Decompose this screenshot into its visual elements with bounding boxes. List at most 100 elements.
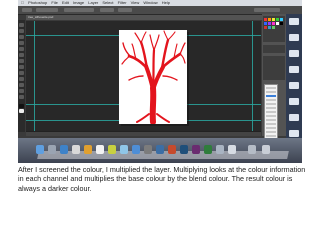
swatch[interactable]: [264, 18, 267, 21]
app-icon[interactable]: [228, 145, 236, 154]
swatch[interactable]: [264, 26, 267, 29]
marquee-tool-icon[interactable]: [19, 29, 24, 33]
gradient-tool-icon[interactable]: [19, 71, 24, 75]
status-bar: [26, 131, 261, 136]
safari-icon[interactable]: [60, 145, 68, 154]
menu-item-photoshop[interactable]: Photoshop: [28, 0, 47, 5]
swatch[interactable]: [276, 22, 279, 25]
document-workspace[interactable]: [26, 21, 261, 131]
menu-item-layer[interactable]: Layer: [88, 0, 98, 5]
canvas[interactable]: [119, 30, 187, 125]
background-color-swatch[interactable]: [19, 109, 24, 113]
dashboard-icon[interactable]: [48, 145, 56, 154]
menu-item-window[interactable]: Window: [143, 0, 157, 5]
layer-row[interactable]: [266, 115, 276, 117]
swatch[interactable]: [276, 18, 279, 21]
eyedropper-tool-icon[interactable]: [19, 53, 24, 57]
powerpoint-icon[interactable]: [168, 145, 176, 154]
desktop-file-icon[interactable]: [289, 82, 299, 89]
brush-tool-icon[interactable]: [19, 59, 24, 63]
document-tab[interactable]: tree_silhouette.psd: [26, 15, 264, 20]
slide-caption: After I screened the colour, I multiplie…: [18, 165, 306, 193]
option-button[interactable]: [100, 8, 114, 12]
trash-icon[interactable]: [262, 145, 270, 154]
app-store-icon[interactable]: [132, 145, 140, 154]
option-button[interactable]: [118, 8, 132, 12]
excel-icon[interactable]: [204, 145, 212, 154]
eraser-tool-icon[interactable]: [19, 65, 24, 69]
menu-item-select[interactable]: Select: [102, 0, 113, 5]
guide-line[interactable]: [252, 21, 253, 131]
swatch[interactable]: [264, 22, 267, 25]
layer-row[interactable]: [266, 127, 276, 129]
desktop-file-icon[interactable]: [289, 34, 299, 41]
options-bar: [18, 6, 302, 15]
menu-item-edit[interactable]: Edit: [62, 0, 69, 5]
pen-tool-icon[interactable]: [19, 83, 24, 87]
desktop-icons: [286, 14, 302, 149]
layer-row[interactable]: [266, 111, 276, 113]
layer-row[interactable]: [266, 99, 276, 101]
calendar-icon[interactable]: [96, 145, 104, 154]
swatch[interactable]: [272, 26, 275, 29]
desktop-file-icon[interactable]: [289, 130, 299, 137]
layer-row[interactable]: [266, 119, 276, 121]
word-icon[interactable]: [156, 145, 164, 154]
layer-row-selected[interactable]: [266, 95, 276, 97]
layer-row[interactable]: [266, 87, 276, 89]
layer-row[interactable]: [266, 107, 276, 109]
workspace-switcher[interactable]: [254, 8, 280, 12]
premiere-icon[interactable]: [192, 145, 200, 154]
menu-item-filter[interactable]: Filter: [118, 0, 127, 5]
guide-line[interactable]: [34, 21, 35, 131]
photoshop-icon[interactable]: [180, 145, 188, 154]
foreground-color-swatch[interactable]: [19, 104, 24, 108]
app-icon[interactable]: [216, 145, 224, 154]
layer-row[interactable]: [266, 103, 276, 105]
menu-item-file[interactable]: File: [51, 0, 57, 5]
desktop-file-icon[interactable]: [289, 66, 299, 73]
contacts-icon[interactable]: [84, 145, 92, 154]
swatch[interactable]: [268, 18, 271, 21]
swatch[interactable]: [280, 22, 283, 25]
styles-panel: [263, 56, 285, 80]
layer-row[interactable]: [266, 135, 276, 137]
menu-item-help[interactable]: Help: [162, 0, 170, 5]
swatch[interactable]: [272, 18, 275, 21]
hand-tool-icon[interactable]: [19, 89, 24, 93]
layer-row[interactable]: [266, 123, 276, 125]
swatch[interactable]: [268, 22, 271, 25]
wand-tool-icon[interactable]: [19, 41, 24, 45]
swatch[interactable]: [268, 26, 271, 29]
desktop-file-icon[interactable]: [289, 50, 299, 57]
mail-icon[interactable]: [72, 145, 80, 154]
preferences-icon[interactable]: [144, 145, 152, 154]
desktop-file-icon[interactable]: [289, 98, 299, 105]
move-tool-icon[interactable]: [19, 23, 24, 27]
desktop-file-icon[interactable]: [289, 18, 299, 25]
layer-row[interactable]: [266, 131, 276, 133]
crop-tool-icon[interactable]: [19, 47, 24, 51]
notes-icon[interactable]: [108, 145, 116, 154]
swatches-panel: [263, 16, 285, 42]
menu-item-image[interactable]: Image: [73, 0, 84, 5]
type-tool-icon[interactable]: [19, 77, 24, 81]
swatch[interactable]: [272, 22, 275, 25]
tool-preset-button[interactable]: [22, 8, 32, 12]
apple-logo-icon[interactable]: : [21, 0, 24, 5]
downloads-stack-icon[interactable]: [248, 145, 256, 154]
tree-artwork: [121, 30, 186, 125]
screenshot:  Photoshop File Edit Image Layer Select…: [18, 0, 302, 163]
itunes-icon[interactable]: [120, 145, 128, 154]
zoom-tool-icon[interactable]: [19, 95, 24, 99]
option-field[interactable]: [64, 8, 94, 12]
menu-item-view[interactable]: View: [131, 0, 140, 5]
panels-dock: [262, 14, 286, 144]
layer-row[interactable]: [266, 91, 276, 93]
adjustments-panel: [263, 45, 285, 53]
option-field[interactable]: [36, 8, 58, 12]
finder-icon[interactable]: [36, 145, 44, 154]
lasso-tool-icon[interactable]: [19, 35, 24, 39]
swatch[interactable]: [280, 18, 283, 21]
desktop-file-icon[interactable]: [289, 114, 299, 121]
